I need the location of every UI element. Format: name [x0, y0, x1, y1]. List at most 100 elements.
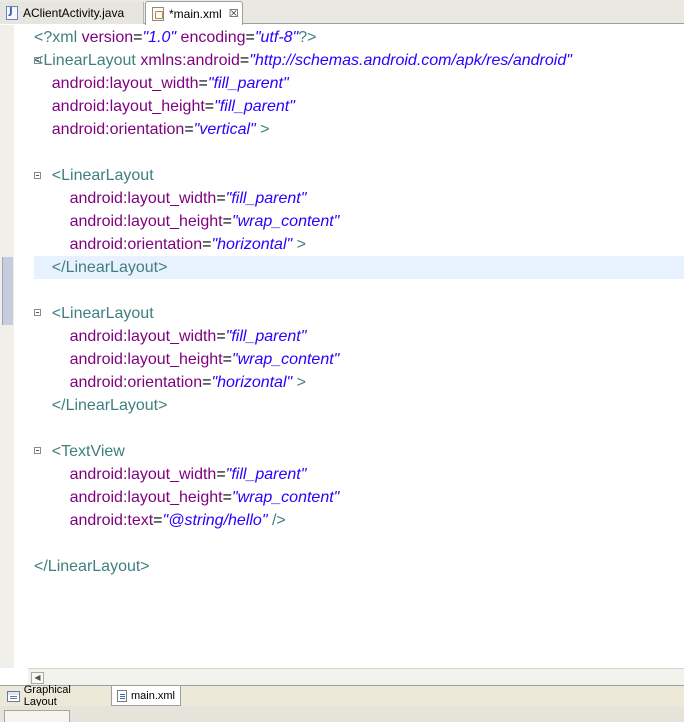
code-token: = [245, 29, 255, 46]
code-token: = [204, 98, 215, 115]
tab-label: main.xml [130, 689, 175, 702]
code-line[interactable]: <LinearLayout xmlns:android="http://sche… [34, 49, 572, 72]
code-line[interactable]: <LinearLayout [34, 302, 154, 325]
code-line[interactable]: android:orientation="vertical" > [34, 118, 270, 141]
code-token: = [239, 52, 250, 69]
folding-gutter [14, 25, 41, 668]
code-token: = [216, 466, 226, 483]
scroll-left-icon[interactable]: ◀ [31, 672, 44, 684]
code-token: = [222, 489, 232, 506]
code-line[interactable]: <?xml version="1.0" encoding="utf-8"?> [34, 26, 316, 49]
code-token: "utf-8" [254, 29, 299, 46]
code-token: android:orientation [69, 236, 203, 253]
code-token: = [184, 121, 194, 138]
code-line[interactable]: <TextView [34, 440, 125, 463]
code-token: android:layout_height [69, 213, 223, 230]
code-line[interactable]: android:layout_height="fill_parent" [34, 95, 295, 118]
tab-label: AClientActivity.java [23, 6, 125, 20]
code-token: > [292, 374, 306, 391]
layout-icon [7, 690, 20, 702]
code-line[interactable]: android:layout_height="wrap_content" [34, 348, 340, 371]
code-token: android:layout_width [69, 466, 217, 483]
code-line[interactable]: android:orientation="horizontal" > [34, 233, 306, 256]
code-token: = [222, 213, 232, 230]
code-token: android:layout_height [69, 351, 223, 368]
code-token: android:orientation [69, 374, 203, 391]
console-tab[interactable] [4, 710, 70, 722]
code-token: android:layout_width [51, 75, 199, 92]
tab-label: *main.xml [169, 6, 222, 21]
code-token: "fill_parent" [207, 75, 289, 92]
code-line[interactable]: android:layout_width="fill_parent" [34, 72, 289, 95]
code-line[interactable]: android:layout_width="fill_parent" [34, 325, 307, 348]
code-token: android:layout_height [69, 489, 223, 506]
code-line[interactable]: android:orientation="horizontal" > [34, 371, 306, 394]
code-line[interactable]: android:layout_height="wrap_content" [34, 210, 340, 233]
code-token: "fill_parent" [225, 466, 307, 483]
tab-aclientactivity-java[interactable]: AClientActivity.java [0, 2, 144, 24]
tab-main-xml[interactable]: *main.xml ☒ [145, 1, 243, 25]
close-icon[interactable]: ☒ [229, 7, 239, 20]
code-token: "horizontal" [211, 374, 293, 391]
code-token: <LinearLayout [34, 167, 154, 184]
code-token: = [198, 75, 208, 92]
code-token: /> [267, 512, 286, 529]
code-line[interactable]: android:text="@string/hello" /> [34, 509, 286, 532]
code-token: = [222, 351, 232, 368]
code-token: > [255, 121, 270, 138]
code-token: </LinearLayout> [34, 397, 168, 414]
code-line[interactable]: </LinearLayout> [34, 394, 168, 417]
code-line[interactable]: android:layout_height="wrap_content" [34, 486, 340, 509]
code-token: "fill_parent" [214, 98, 295, 115]
editor-tab-bar: AClientActivity.java *main.xml ☒ [0, 0, 684, 25]
code-token: = [133, 29, 143, 46]
code-token: "http://schemas.android.com/apk/res/andr… [249, 52, 572, 69]
code-line[interactable]: <LinearLayout [34, 164, 154, 187]
code-token: <TextView [34, 443, 125, 460]
change-marker[interactable] [2, 257, 13, 325]
tab-main-xml-source[interactable]: main.xml [111, 686, 181, 706]
java-file-icon [6, 6, 18, 20]
tab-label: Graphical Layout [23, 684, 71, 708]
code-token: android:layout_width [69, 328, 217, 345]
horizontal-scrollbar[interactable]: ◀ [28, 668, 684, 685]
code-token: "wrap_content" [231, 351, 340, 368]
source-icon [117, 689, 127, 702]
code-token: "fill_parent" [225, 190, 307, 207]
code-token: ?> [298, 29, 317, 46]
xml-source-editor[interactable]: <?xml version="1.0" encoding="utf-8"?> <L… [28, 25, 684, 668]
code-token: "@string/hello" [162, 512, 268, 529]
code-token: "vertical" [193, 121, 256, 138]
tab-graphical-layout[interactable]: Graphical Layout [2, 684, 110, 708]
code-token: > [292, 236, 306, 253]
code-token: </LinearLayout> [34, 558, 150, 575]
code-token: <?xml [34, 29, 82, 46]
editor-page-tabs: Graphical Layout main.xml [0, 684, 684, 708]
code-token: android:layout_height [51, 98, 205, 115]
lower-panel-strip [0, 706, 684, 722]
code-token: android:layout_width [69, 190, 217, 207]
code-line[interactable]: </LinearLayout> [34, 555, 150, 578]
code-token: "wrap_content" [231, 213, 340, 230]
code-line[interactable]: </LinearLayout> [34, 256, 168, 279]
code-line[interactable]: android:layout_width="fill_parent" [34, 187, 307, 210]
code-token: encoding [176, 29, 246, 46]
code-token: = [216, 328, 226, 345]
code-token: <LinearLayout [34, 305, 154, 322]
code-token: = [153, 512, 163, 529]
code-line[interactable]: android:layout_width="fill_parent" [34, 463, 307, 486]
xml-file-icon [152, 6, 164, 21]
annotation-ruler[interactable] [0, 25, 14, 668]
code-token: "wrap_content" [231, 489, 340, 506]
code-token: "horizontal" [211, 236, 293, 253]
